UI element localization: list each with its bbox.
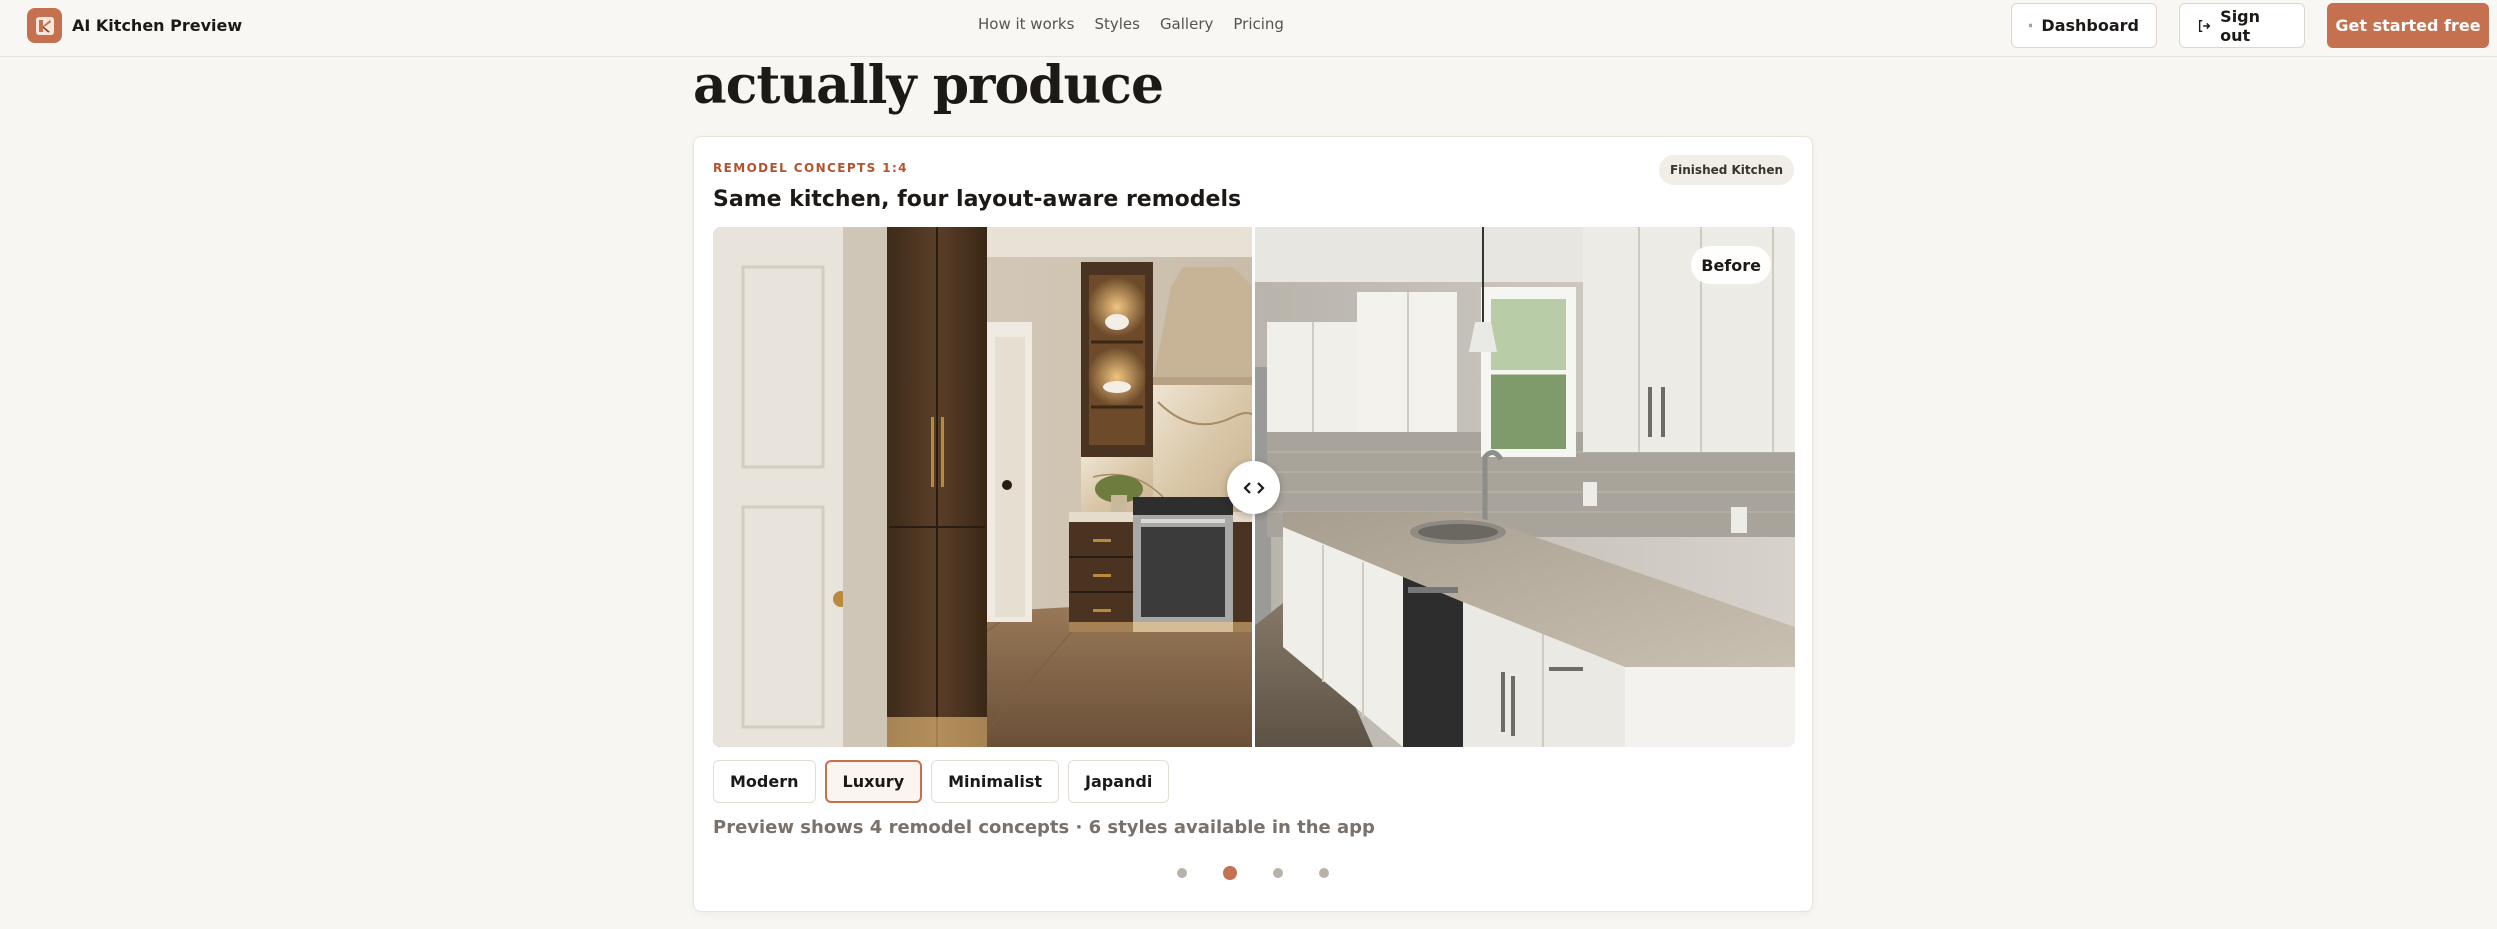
card-eyebrow: REMODEL CONCEPTS 1:4 (713, 161, 908, 175)
after-image (713, 227, 1253, 747)
sign-out-button[interactable]: Sign out (2179, 3, 2305, 48)
nav-gallery[interactable]: Gallery (1160, 15, 1213, 33)
remodel-preview-card: REMODEL CONCEPTS 1:4 Finished Kitchen Sa… (693, 136, 1813, 912)
preview-caption: Preview shows 4 remodel concepts · 6 sty… (713, 817, 1375, 838)
get-started-button[interactable]: Get started free (2327, 3, 2489, 48)
pagination-dot-2[interactable] (1223, 866, 1237, 880)
kitchen-logo-icon (27, 8, 62, 43)
style-japandi-button[interactable]: Japandi (1068, 760, 1170, 803)
nav-styles[interactable]: Styles (1094, 15, 1140, 33)
pagination-dot-1[interactable] (1177, 868, 1187, 878)
nav-pricing[interactable]: Pricing (1233, 15, 1284, 33)
style-modern-button[interactable]: Modern (713, 760, 816, 803)
sign-out-label: Sign out (2220, 6, 2261, 45)
before-image (1253, 227, 1795, 747)
pagination-dots (1177, 866, 1329, 880)
style-luxury-button[interactable]: Luxury (824, 760, 923, 803)
style-minimalist-button[interactable]: Minimalist (931, 760, 1060, 803)
brand-name: AI Kitchen Preview (72, 16, 243, 35)
slider-handle[interactable] (1227, 461, 1280, 514)
pagination-dot-4[interactable] (1319, 868, 1329, 878)
dashboard-label: Dashboard (2041, 16, 2139, 35)
before-label: Before (1691, 246, 1771, 284)
pagination-dot-3[interactable] (1273, 868, 1283, 878)
brand-link[interactable]: AI Kitchen Preview (27, 8, 242, 43)
status-badge: Finished Kitchen (1658, 155, 1794, 185)
dashboard-button[interactable]: Dashboard (2011, 3, 2157, 48)
card-title: Same kitchen, four layout-aware remodels (713, 187, 1242, 212)
page-heading: actually produce (693, 55, 1164, 116)
nav-how-it-works[interactable]: How it works (978, 15, 1074, 33)
main-nav: How it works Styles Gallery Pricing (978, 15, 1284, 33)
logout-icon (2198, 19, 2211, 32)
chevrons-left-right-icon (1242, 481, 1265, 494)
style-selector: Modern Luxury Minimalist Japandi (713, 760, 1170, 803)
grid-icon (2029, 23, 2033, 28)
top-navigation-bar: AI Kitchen Preview How it works Styles G… (0, 0, 2497, 57)
before-after-slider[interactable]: Before (713, 227, 1795, 747)
